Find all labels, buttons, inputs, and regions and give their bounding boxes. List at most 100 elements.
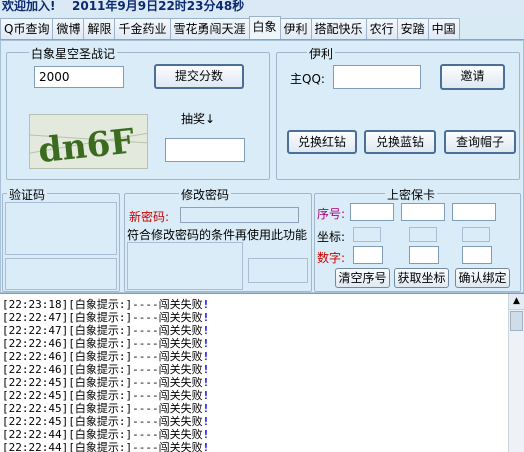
redeem-red-diamond-button[interactable]: 兑换红钻 <box>287 130 357 154</box>
log-mark: ! <box>202 324 210 337</box>
log-message: [白象提示:]----闯关失败 <box>68 311 203 324</box>
tab-5[interactable]: 白象 <box>248 16 281 39</box>
tab-7[interactable]: 搭配快乐 <box>310 18 367 39</box>
log-list: [22:23:18][白象提示:]----闯关失败! [22:22:47][白象提… <box>0 294 524 452</box>
log-time: [22:22:45] <box>2 376 69 389</box>
serial-input-2[interactable] <box>401 203 445 221</box>
log-line: [22:22:47][白象提示:]----闯关失败! <box>0 311 524 324</box>
log-mark: ! <box>202 337 210 350</box>
log-line: [22:22:45][白象提示:]----闯关失败! <box>0 402 524 415</box>
log-message: [白象提示:]----闯关失败 <box>68 337 203 350</box>
log-time: [22:22:46] <box>2 350 69 363</box>
submit-score-button[interactable]: 提交分数 <box>154 64 244 89</box>
lottery-label: 抽奖↓ <box>181 112 216 126</box>
query-hat-button[interactable]: 查询帽子 <box>444 130 516 154</box>
digit-input-3[interactable] <box>462 246 492 264</box>
log-mark: ! <box>202 350 210 363</box>
invite-button[interactable]: 邀请 <box>440 64 505 90</box>
log-line: [22:22:45][白象提示:]----闯关失败! <box>0 415 524 428</box>
redeem-blue-diamond-button[interactable]: 兑换蓝钻 <box>364 130 436 154</box>
tab-1[interactable]: 微博 <box>52 18 85 39</box>
datetime-text: 2011年9月9日22时23分48秒 <box>72 0 245 13</box>
log-message: [白象提示:]----闯关失败 <box>68 389 203 402</box>
log-time: [22:22:44] <box>2 441 69 452</box>
tab-9[interactable]: 安踏 <box>396 18 429 39</box>
tab-4[interactable]: 雪花勇闯天涯 <box>169 18 250 39</box>
log-message: [白象提示:]----闯关失败 <box>68 441 203 452</box>
log-time: [22:22:45] <box>2 402 69 415</box>
clear-serial-button[interactable]: 清空序号 <box>335 268 390 288</box>
tab-10[interactable]: 中国 <box>427 18 460 39</box>
serial-input-3[interactable] <box>452 203 496 221</box>
log-mark: ! <box>202 428 210 441</box>
qq-input[interactable] <box>333 65 421 89</box>
new-password-input[interactable] <box>180 207 299 223</box>
log-mark: ! <box>202 363 210 376</box>
log-time: [22:22:47] <box>2 311 69 324</box>
password-action-box[interactable] <box>248 258 308 283</box>
welcome-text: 欢迎加入! <box>2 0 56 13</box>
log-panel[interactable]: [22:23:18][白象提示:]----闯关失败! [22:22:47][白象提… <box>0 293 524 452</box>
log-mark: ! <box>202 376 210 389</box>
fetch-coord-button[interactable]: 获取坐标 <box>394 268 449 288</box>
log-mark: ! <box>202 389 210 402</box>
tab-8[interactable]: 农行 <box>365 18 398 39</box>
password-hint: 符合修改密码的条件再使用此功能 <box>127 228 308 242</box>
coord-box-3 <box>462 227 490 242</box>
verify-code-input-box[interactable] <box>5 258 117 290</box>
log-line: [22:22:47][白象提示:]----闯关失败! <box>0 324 524 337</box>
log-message: [白象提示:]----闯关失败 <box>68 324 203 337</box>
log-time: [22:22:45] <box>2 415 69 428</box>
verify-code-image-box <box>5 202 117 255</box>
log-line: [22:22:46][白象提示:]----闯关失败! <box>0 350 524 363</box>
tab-0[interactable]: Q币查询 <box>0 18 54 39</box>
security-card-group-title: 上密保卡 <box>385 186 438 203</box>
confirm-bind-button[interactable]: 确认绑定 <box>455 268 510 288</box>
coord-label: 坐标: <box>317 230 346 244</box>
log-mark: ! <box>202 415 210 428</box>
log-line: [22:22:46][白象提示:]----闯关失败! <box>0 363 524 376</box>
log-line: [22:22:45][白象提示:]----闯关失败! <box>0 389 524 402</box>
baixiang-group-title: 白象星空圣战记 <box>29 45 118 62</box>
log-message: [白象提示:]----闯关失败 <box>68 376 203 389</box>
lottery-input[interactable] <box>165 138 245 162</box>
coord-box-1 <box>353 227 381 242</box>
tab-2[interactable]: 解限 <box>83 18 116 39</box>
digit-input-2[interactable] <box>409 246 439 264</box>
log-time: [22:22:45] <box>2 389 69 402</box>
log-time: [22:22:47] <box>2 324 69 337</box>
scroll-thumb[interactable] <box>510 311 523 331</box>
log-time: [22:22:46] <box>2 363 69 376</box>
log-time: [22:22:46] <box>2 337 69 350</box>
log-line: [22:22:44][白象提示:]----闯关失败! <box>0 428 524 441</box>
yili-group-title: 伊利 <box>307 45 336 62</box>
log-line: [22:23:18][白象提示:]----闯关失败! <box>0 298 524 311</box>
log-mark: ! <box>202 298 210 311</box>
new-password-label: 新密码: <box>129 210 170 224</box>
log-message: [白象提示:]----闯关失败 <box>68 428 203 441</box>
log-time: [22:22:44] <box>2 428 69 441</box>
serial-label: 序号: <box>317 207 346 221</box>
tab-3[interactable]: 千金药业 <box>114 18 171 39</box>
log-message: [白象提示:]----闯关失败 <box>68 415 203 428</box>
coord-box-2 <box>409 227 437 242</box>
tab-bar: Q币查询 微博 解限 千金药业 雪花勇闯天涯 白象 伊利 搭配快乐 农行 安踏 中国 <box>0 16 524 40</box>
log-line: [22:22:45][白象提示:]----闯关失败! <box>0 376 524 389</box>
log-scrollbar[interactable]: ▲ <box>508 294 524 452</box>
log-message: [白象提示:]----闯关失败 <box>68 363 203 376</box>
log-message: [白象提示:]----闯关失败 <box>68 402 203 415</box>
serial-input-1[interactable] <box>350 203 394 221</box>
log-line: [22:22:46][白象提示:]----闯关失败! <box>0 337 524 350</box>
tab-6[interactable]: 伊利 <box>279 18 312 39</box>
password-extra-box <box>127 242 243 290</box>
log-line: [22:22:44][白象提示:]----闯关失败! <box>0 441 524 452</box>
verify-group-title: 验证码 <box>7 186 48 203</box>
log-mark: ! <box>202 311 210 324</box>
window-title-bar: 欢迎加入! 2011年9月9日22时23分48秒 <box>0 0 524 14</box>
scroll-up-arrow-icon[interactable]: ▲ <box>509 294 524 310</box>
score-input[interactable]: 2000 <box>34 66 124 88</box>
digit-input-1[interactable] <box>353 246 383 264</box>
password-group-title: 修改密码 <box>179 186 232 203</box>
qq-label: 主QQ: <box>290 72 325 86</box>
log-time: [22:23:18] <box>2 298 69 311</box>
